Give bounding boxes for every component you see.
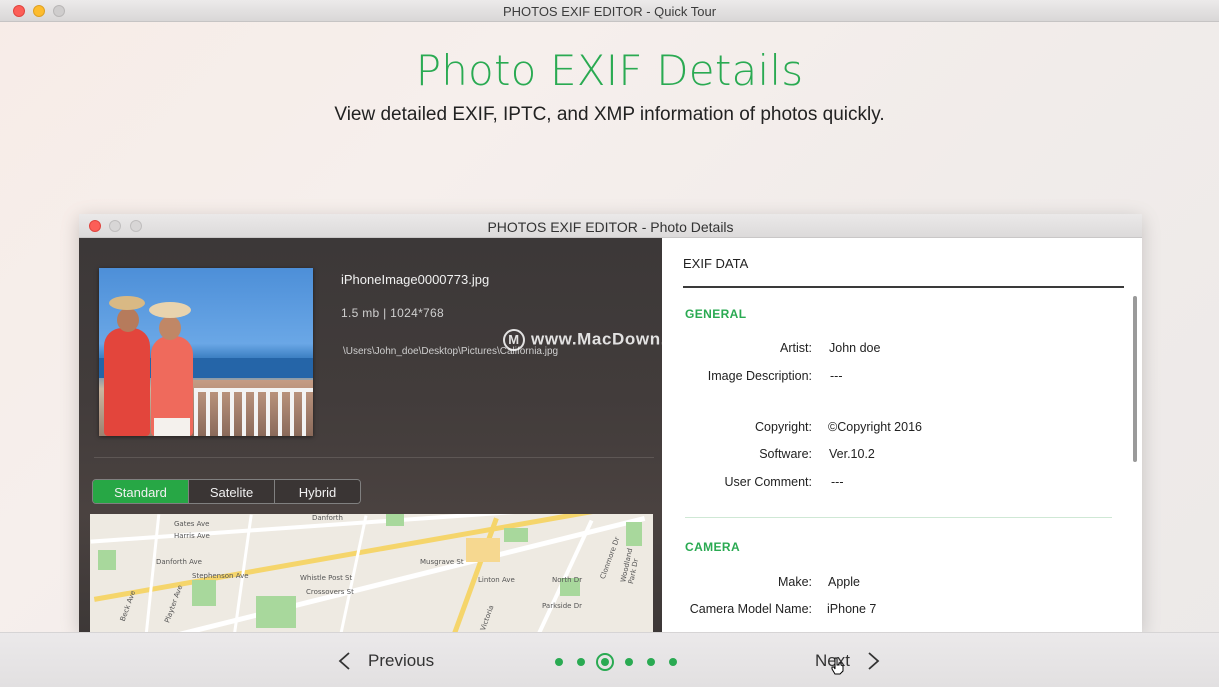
exif-row-camera-model[interactable]: Camera Model Name: iPhone 7 xyxy=(662,602,1122,620)
exif-value[interactable]: iPhone 7 xyxy=(827,602,876,616)
exif-row-copyright[interactable]: Copyright: ©Copyright 2016 xyxy=(662,420,1122,438)
tab-standard[interactable]: Standard xyxy=(93,480,188,503)
map-label: Harris Ave xyxy=(174,532,210,540)
panel-divider xyxy=(94,457,654,458)
tab-hybrid[interactable]: Hybrid xyxy=(274,480,360,503)
file-name: iPhoneImage0000773.jpg xyxy=(341,272,490,287)
exif-key: Copyright: xyxy=(755,420,812,434)
map-label: Victoria xyxy=(478,604,496,632)
exif-key: Camera Model Name: xyxy=(689,602,812,616)
watermark-logo-icon: M xyxy=(503,329,525,351)
exif-key: Image Description: xyxy=(707,369,812,383)
map-type-segmented-control: Standard Satelite Hybrid xyxy=(92,479,361,504)
exif-key: Make: xyxy=(777,575,812,589)
page-dot[interactable] xyxy=(577,658,585,666)
file-meta: 1.5 mb | 1024*768 xyxy=(341,306,444,320)
exif-value[interactable]: Apple xyxy=(828,575,860,589)
window-title: PHOTOS EXIF EDITOR - Quick Tour xyxy=(502,4,717,19)
map-label: Playter Ave xyxy=(163,584,185,624)
exif-header-underline xyxy=(683,286,1124,288)
hand-cursor-icon xyxy=(831,657,844,675)
page-dot[interactable] xyxy=(647,658,655,666)
tab-satellite[interactable]: Satelite xyxy=(188,480,274,503)
map-label: Danforth Ave xyxy=(156,558,202,566)
map-label: Gates Ave xyxy=(174,520,210,528)
exif-panel: EXIF DATA GENERAL Artist: John doe Image… xyxy=(662,238,1142,632)
exif-scrollbar[interactable] xyxy=(1133,296,1137,462)
map-label: Danforth xyxy=(312,514,343,522)
page-dot[interactable] xyxy=(555,658,563,666)
tour-navigation-bar: Previous Next xyxy=(0,632,1219,687)
page-dot-current[interactable] xyxy=(596,653,614,671)
inner-titlebar: PHOTOS EXIF EDITOR - Photo Details xyxy=(79,214,1142,238)
exif-value[interactable]: John doe xyxy=(829,341,880,355)
page-subtitle: View detailed EXIF, IPTC, and XMP inform… xyxy=(334,104,885,125)
map-label: North Dr xyxy=(552,576,583,584)
map-label: Clonmore Dr xyxy=(598,535,622,581)
exif-value[interactable]: ©Copyright 2016 xyxy=(828,420,922,434)
next-button[interactable]: Next xyxy=(815,651,882,671)
exif-row-image-description[interactable]: Image Description: --- xyxy=(662,369,1122,387)
exif-row-make[interactable]: Make: Apple xyxy=(662,575,1122,593)
photo-thumbnail[interactable] xyxy=(99,268,313,436)
exif-header: EXIF DATA xyxy=(683,256,749,271)
page-indicator xyxy=(548,652,684,672)
section-camera-heading: CAMERA xyxy=(685,540,741,554)
previous-label: Previous xyxy=(368,651,435,670)
map-label: Stephenson Ave xyxy=(192,572,249,580)
map-label: Parkside Dr xyxy=(542,602,582,610)
section-separator xyxy=(685,517,1112,518)
watermark-text: www.MacDown.com xyxy=(531,329,703,349)
exif-key: Artist: xyxy=(780,341,812,355)
previous-button[interactable]: Previous xyxy=(336,651,434,671)
exif-row-artist[interactable]: Artist: John doe xyxy=(662,341,1122,359)
page-dot[interactable] xyxy=(625,658,633,666)
map-label: Linton Ave xyxy=(478,576,515,584)
photo-details-window: PHOTOS EXIF EDITOR - Photo Details iPhon… xyxy=(79,214,1142,632)
photo-panel: iPhoneImage0000773.jpg 1.5 mb | 1024*768… xyxy=(79,238,662,632)
exif-row-user-comment[interactable]: User Comment: --- xyxy=(662,475,1122,493)
location-map[interactable]: Gates Ave Harris Ave Danforth Ave Danfor… xyxy=(90,514,653,632)
exif-row-software[interactable]: Software: Ver.10.2 xyxy=(662,447,1122,465)
exif-value[interactable]: Ver.10.2 xyxy=(829,447,875,461)
exif-key: User Comment: xyxy=(724,475,812,489)
exif-value[interactable]: --- xyxy=(830,369,843,383)
inner-window-title: PHOTOS EXIF EDITOR - Photo Details xyxy=(487,219,734,235)
chevron-left-icon xyxy=(338,652,350,670)
window-titlebar: PHOTOS EXIF EDITOR - Quick Tour xyxy=(0,0,1219,22)
map-label: Woodland Park Dr xyxy=(619,547,641,585)
watermark: Mwww.MacDown.com xyxy=(503,329,703,351)
page-dot[interactable] xyxy=(669,658,677,666)
map-label: Crossovers St xyxy=(306,588,354,596)
exif-value[interactable]: --- xyxy=(831,475,844,489)
map-label: Whistle Post St xyxy=(300,574,353,582)
chevron-right-icon xyxy=(868,652,880,670)
page-title: Photo EXIF Details xyxy=(415,46,804,95)
exif-key: Software: xyxy=(759,447,812,461)
section-general-heading: GENERAL xyxy=(685,307,747,321)
map-label: Musgrave St xyxy=(420,558,464,566)
